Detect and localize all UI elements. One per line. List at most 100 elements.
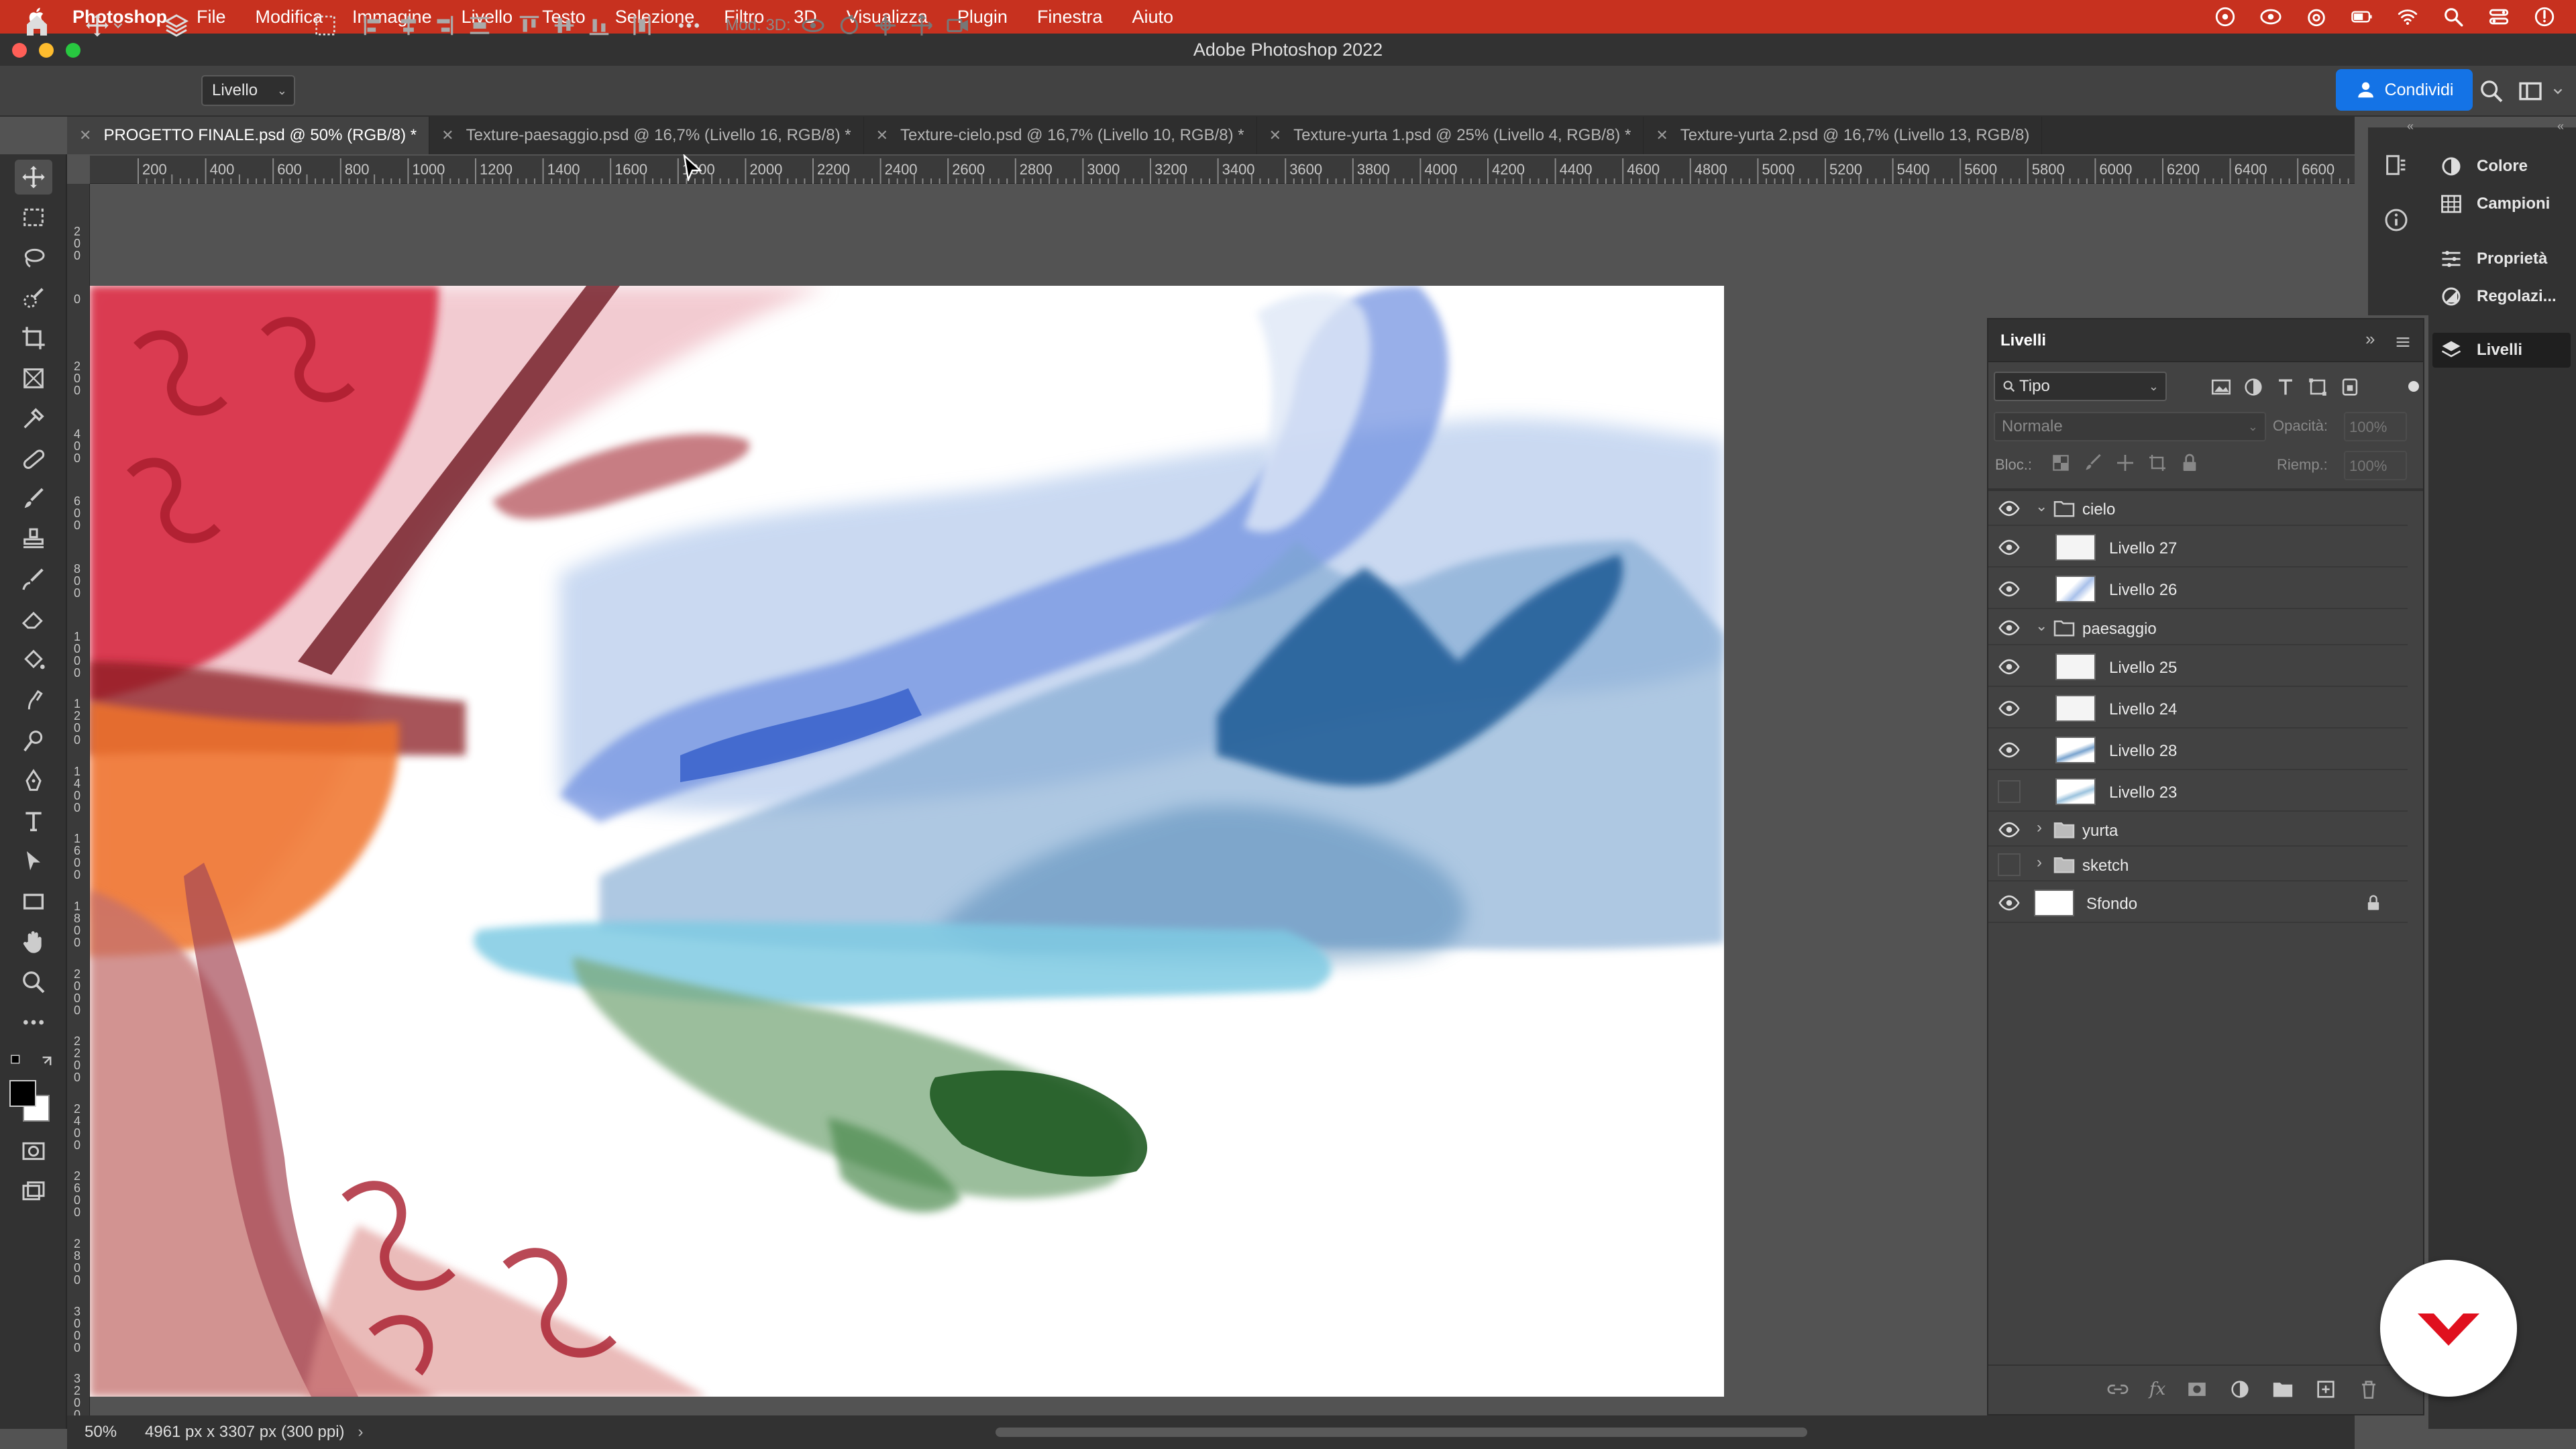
blend-mode-dropdown[interactable]: Normale ⌄ [1994,412,2266,441]
link-layers-icon[interactable] [2106,1378,2129,1401]
fill-input[interactable]: 100% [2344,451,2407,480]
chevron-right-icon[interactable]: › [358,1423,364,1442]
align-top-button[interactable] [517,9,542,42]
eye-icon[interactable] [1998,497,2021,520]
close-icon[interactable]: ✕ [1269,127,1281,144]
distribute-vertical-button[interactable] [629,9,655,42]
workspace-dropdown[interactable] [2548,75,2568,107]
frame-tool[interactable] [15,361,52,396]
layers-panel-title[interactable]: Livelli [2000,331,2046,350]
lock-transparency-icon[interactable] [2050,452,2072,474]
layer-row-livello-25[interactable]: Livello 25 [1988,647,2408,687]
brush-tool[interactable] [15,482,52,517]
hand-tool[interactable] [15,924,52,959]
campioni-panel-button[interactable]: Campioni [2439,186,2550,221]
auto-select-icon-button[interactable] [161,9,192,42]
proprieta-panel-button[interactable]: Proprietà [2439,241,2547,276]
regolazioni-panel-button[interactable]: Regolazi... [2439,279,2557,314]
document-canvas[interactable] [90,286,1724,1397]
colore-panel-button[interactable]: Colore [2439,149,2528,184]
layer-row-paesaggio[interactable]: ⌄ paesaggio [1988,610,2408,645]
close-icon[interactable]: ✕ [1656,127,1668,144]
collapse-dock-icon[interactable]: « [2557,119,2564,133]
eye-icon[interactable] [1998,697,2021,720]
workspace-button[interactable] [2516,75,2545,107]
tab-progetto-finale[interactable]: ✕ PROGETTO FINALE.psd @ 50% (RGB/8) * [67,117,430,154]
layer-row-livello-24[interactable]: Livello 24 [1988,688,2408,729]
slide-3d-button[interactable] [908,9,935,42]
align-middle-button[interactable] [551,9,577,42]
orbit-3d-button[interactable] [800,9,826,42]
marquee-tool[interactable] [15,200,52,235]
lock-all-icon[interactable] [2179,452,2200,474]
panel-expand-icon[interactable]: » [2365,329,2375,350]
close-icon[interactable]: ✕ [79,127,91,144]
quick-selection-tool[interactable] [15,280,52,315]
menu-finestra[interactable]: Finestra [1037,7,1103,28]
pixel-filter-icon[interactable] [2210,376,2233,398]
chevron-down-icon[interactable]: ⌄ [2035,617,2047,635]
visibility-off-box[interactable] [1998,780,2021,803]
eye-icon[interactable] [1998,892,2021,914]
layer-row-sketch[interactable]: › sketch [1988,848,2408,881]
filter-toggle-switch[interactable] [2408,381,2419,392]
tab-texture-paesaggio[interactable]: ✕ Texture-paesaggio.psd @ 16,7% (Livello … [429,117,864,154]
lock-position-icon[interactable] [2114,452,2136,474]
cc-sync-icon[interactable] [2259,5,2282,28]
move-tool[interactable] [15,160,52,195]
tab-texture-yurta-2[interactable]: ✕ Texture-yurta 2.psd @ 16,7% (Livello 13… [1644,117,2043,154]
roll-3d-button[interactable] [836,9,863,42]
collapse-dock-icon[interactable]: « [2407,119,2414,133]
type-filter-icon[interactable] [2274,376,2297,398]
shape-filter-icon[interactable] [2306,376,2329,398]
align-left-button[interactable] [361,9,386,42]
smart-object-filter-icon[interactable] [2339,376,2361,398]
type-tool[interactable] [15,804,52,839]
adjustment-filter-icon[interactable] [2242,376,2265,398]
window-minimize-button[interactable] [39,43,54,58]
layer-row-sfondo[interactable]: Sfondo [1988,883,2408,923]
menu-aiuto[interactable]: Aiuto [1132,7,1173,28]
pen-tool[interactable] [15,763,52,798]
creative-cloud-icon[interactable] [2214,5,2237,28]
eye-icon[interactable] [1998,739,2021,761]
zoom-level[interactable]: 50% [85,1423,138,1442]
add-mask-icon[interactable] [2186,1378,2208,1401]
dodge-tool[interactable] [15,723,52,758]
chevron-right-icon[interactable]: › [2037,818,2042,837]
path-selection-tool[interactable] [15,844,52,879]
layer-filter-dropdown[interactable]: Tipo ⌄ [1994,372,2167,401]
history-brush-tool[interactable] [15,562,52,597]
document-info[interactable]: 4961 px x 3307 px (300 ppi) [145,1423,345,1442]
paint-bucket-tool[interactable] [15,643,52,678]
fx-icon[interactable]: fx [2149,1379,2165,1399]
zoom-tool[interactable] [15,965,52,1000]
layer-row-livello-27[interactable]: Livello 27 [1988,527,2408,568]
pan-3d-button[interactable] [872,9,899,42]
new-group-icon[interactable] [2271,1379,2294,1399]
layer-row-cielo[interactable]: ⌄ cielo [1988,491,2408,526]
healing-brush-tool[interactable] [15,441,52,476]
spotlight-search-icon[interactable] [2442,5,2465,28]
wifi-icon[interactable] [2396,5,2419,28]
distribute-button[interactable] [467,9,492,42]
lock-pixels-icon[interactable] [2082,452,2104,474]
layer-row-livello-23[interactable]: Livello 23 [1988,771,2408,812]
crop-tool[interactable] [15,321,52,356]
horizontal-scrollbar[interactable] [996,1428,1807,1437]
edit-toolbar-button[interactable] [15,1005,52,1040]
search-button[interactable] [2477,75,2506,107]
eye-icon[interactable] [1998,655,2021,678]
new-layer-icon[interactable] [2314,1378,2337,1401]
battery-icon[interactable] [2351,5,2373,28]
screen-mode-button[interactable] [15,1174,52,1209]
panel-menu-icon[interactable] [2394,333,2412,352]
lasso-tool[interactable] [15,240,52,275]
delete-layer-icon[interactable] [2357,1378,2380,1401]
foreground-color-swatch[interactable] [9,1080,36,1107]
layer-row-yurta[interactable]: › yurta [1988,813,2408,847]
home-button[interactable] [20,9,54,42]
eyedropper-tool[interactable] [15,401,52,436]
airdrop-icon[interactable] [2305,5,2328,28]
window-zoom-button[interactable] [66,43,80,58]
